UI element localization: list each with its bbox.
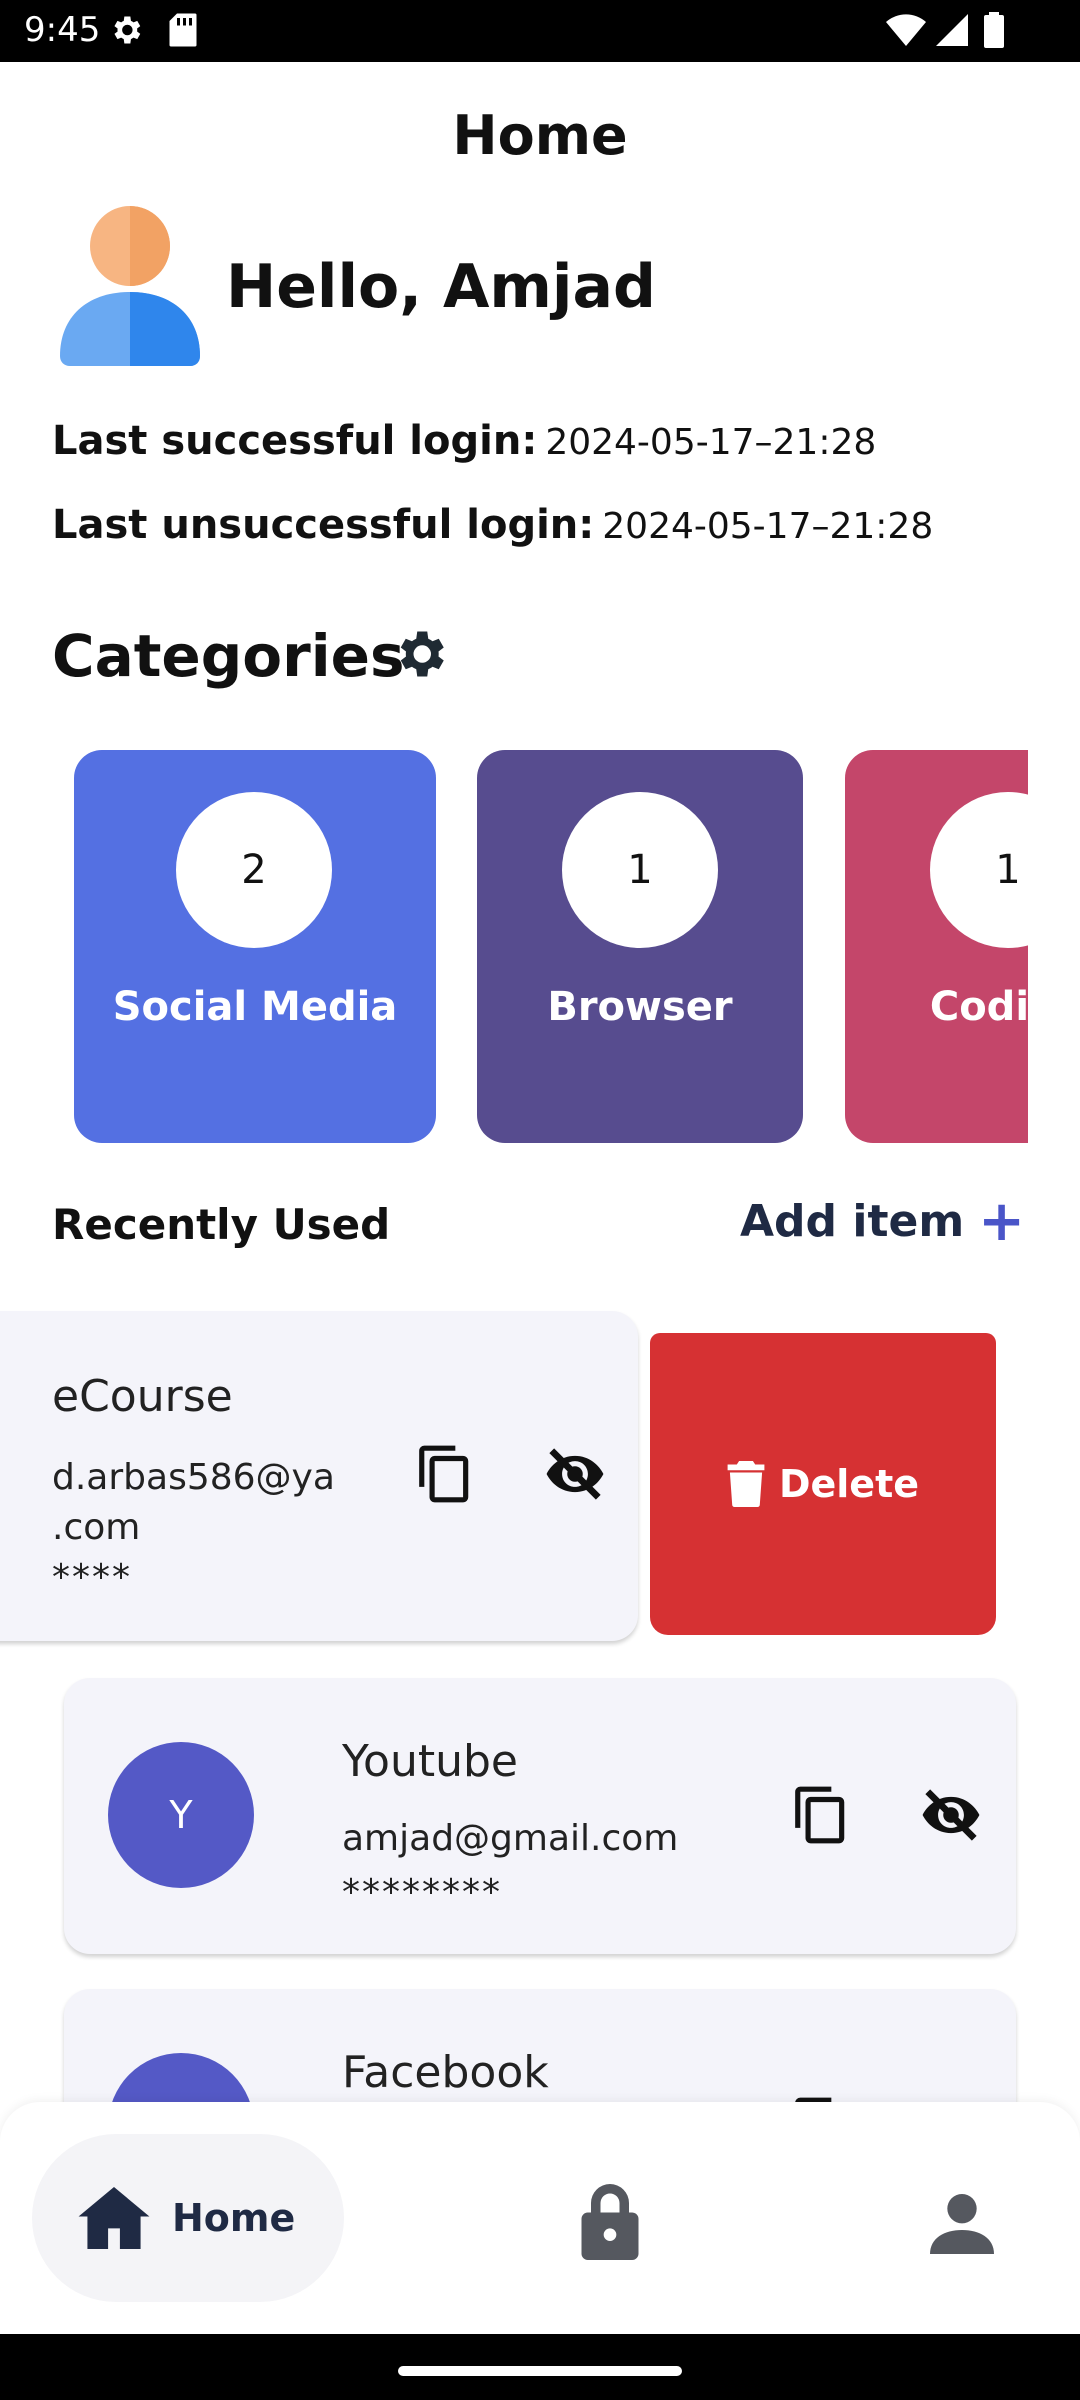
eye-off-icon[interactable]	[920, 1784, 982, 1846]
item-name: Youtube	[342, 1736, 518, 1787]
trash-icon	[727, 1461, 765, 1507]
delete-label: Delete	[778, 1462, 920, 1506]
list-item-youtube[interactable]: Y Youtube amjad@gmail.com ********	[64, 1678, 1016, 1954]
add-item-button[interactable]: Add item +	[740, 1188, 1026, 1254]
gear-icon[interactable]	[390, 624, 450, 684]
category-label: Coding	[929, 984, 1028, 1030]
item-email-line: .com	[52, 1507, 141, 1548]
bottom-navigation: Home	[0, 2102, 1080, 2334]
lock-icon[interactable]	[578, 2184, 642, 2260]
category-count: 1	[562, 792, 718, 948]
home-icon	[78, 2187, 150, 2249]
item-password: ****	[52, 1557, 132, 1598]
last-unsuccessful-login-label: Last unsuccessful login:	[52, 502, 595, 548]
item-email-line: d.arbas586@ya	[52, 1457, 335, 1498]
item-avatar: Y	[108, 1742, 254, 1888]
category-count: 1	[930, 792, 1028, 948]
home-gesture-handle[interactable]	[398, 2366, 682, 2376]
category-card-social-media[interactable]: 2 Social Media	[74, 750, 436, 1143]
item-password: ********	[342, 1872, 502, 1913]
greeting-text: Hello, Amjad	[226, 252, 656, 322]
item-name: eCourse	[52, 1371, 233, 1422]
category-label: Social Media	[112, 984, 398, 1030]
add-item-label: Add item	[740, 1196, 965, 1247]
last-unsuccessful-login: Last unsuccessful login: 2024-05-17–21:28	[52, 502, 933, 548]
categories-heading: Categories	[52, 622, 405, 690]
user-avatar-icon	[60, 206, 200, 366]
recently-used-heading: Recently Used	[52, 1200, 391, 1249]
nav-home-label: Home	[172, 2196, 296, 2240]
last-successful-login-value: 2024-05-17–21:28	[545, 422, 877, 463]
last-unsuccessful-login-value: 2024-05-17–21:28	[602, 506, 934, 547]
status-bar: 9:45	[0, 0, 1080, 62]
category-count: 2	[176, 792, 332, 948]
status-time: 9:45	[24, 10, 101, 50]
plus-icon: +	[978, 1188, 1026, 1254]
copy-icon[interactable]	[790, 1784, 852, 1846]
nav-home-tab[interactable]: Home	[32, 2134, 344, 2302]
settings-status-icon	[114, 16, 141, 44]
profile-icon[interactable]	[930, 2190, 994, 2254]
copy-icon[interactable]	[414, 1443, 476, 1505]
category-card-browser[interactable]: 1 Browser	[477, 750, 803, 1143]
item-name: Facebook	[342, 2047, 549, 2098]
list-item-ecourse[interactable]: eCourse d.arbas586@ya .com ****	[0, 1311, 638, 1641]
delete-button[interactable]: Delete	[650, 1333, 996, 1635]
category-label: Browser	[547, 984, 733, 1030]
item-email: amjad@gmail.com	[342, 1818, 679, 1859]
categories-carousel[interactable]: 2 Social Media 1 Browser 1 Coding	[0, 750, 1028, 1145]
wifi-icon	[886, 14, 926, 46]
eye-off-icon[interactable]	[544, 1443, 606, 1505]
page-title: Home	[452, 104, 628, 167]
item-email: d.arbas586@ya .com	[52, 1453, 335, 1553]
signal-icon	[936, 14, 968, 46]
last-successful-login-label: Last successful login:	[52, 418, 538, 464]
battery-icon	[984, 12, 1004, 48]
sd-card-icon	[169, 13, 197, 47]
last-successful-login: Last successful login: 2024-05-17–21:28	[52, 418, 876, 464]
category-card-coding[interactable]: 1 Coding	[845, 750, 1028, 1143]
